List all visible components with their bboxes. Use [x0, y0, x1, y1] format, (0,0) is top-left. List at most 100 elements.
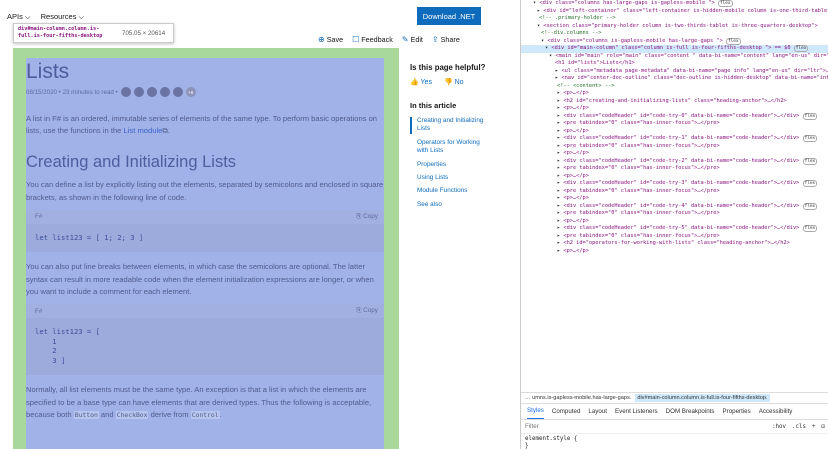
- dom-node-line[interactable]: ▸ <div class="codeHeader" id="code-try-2…: [521, 157, 828, 166]
- more-contributors-badge[interactable]: +8: [185, 87, 196, 97]
- no-button[interactable]: 👎 No: [444, 78, 464, 86]
- code-header: F# ⎘ Copy: [26, 304, 384, 319]
- save-button[interactable]: ⊕ Save: [318, 35, 343, 44]
- dom-node-line[interactable]: ▸ <pre tabindex="0" class="has-inner-foc…: [521, 210, 828, 218]
- feedback-button[interactable]: ☐ Feedback: [352, 35, 393, 44]
- yes-button[interactable]: 👍 Yes: [410, 78, 432, 86]
- elements-tree[interactable]: ▾ <div class="columns has-large-gaps is-…: [521, 0, 828, 383]
- dom-node-line[interactable]: ▸ <ul class="metadata page-metadata" dat…: [521, 68, 828, 76]
- dom-node-line[interactable]: <h1 id="lists">Lists</h1>: [521, 60, 828, 68]
- toc-item-module-functions[interactable]: Module Functions: [412, 187, 490, 195]
- inline-code-control: Control: [190, 410, 220, 419]
- flex-badge[interactable]: flex: [802, 135, 818, 142]
- toc-item-using-lists[interactable]: Using Lists: [412, 174, 490, 182]
- code-block: F# ⎘ Copy let list123 = [ 1; 2; 3 ]: [26, 209, 384, 253]
- flex-badge[interactable]: flex: [802, 112, 818, 120]
- breadcrumb-item-selected[interactable]: div#main-column.column.is-full.is-four-f…: [635, 394, 770, 402]
- dom-node-line[interactable]: ▾ <section class="primary-holder column …: [521, 23, 828, 31]
- dom-node-line[interactable]: ▸ <h2 id="creating-and-initializing-list…: [521, 98, 828, 106]
- tab-styles[interactable]: Styles: [527, 404, 544, 419]
- define-paragraph: You can define a list by explicitly list…: [26, 180, 384, 202]
- dom-node-line[interactable]: ▸ <p>…</p>: [521, 173, 828, 181]
- dom-node-line[interactable]: ▸ <pre tabindex="0" class="has-inner-foc…: [521, 165, 828, 173]
- dom-node-line[interactable]: ▸ <h2 id="operators-for-working-with-lis…: [521, 240, 828, 248]
- element-style-rule[interactable]: element.style { }: [525, 436, 577, 449]
- dom-node-line[interactable]: ▸ <div class="codeHeader" id="code-try-1…: [521, 135, 828, 143]
- dom-node-line[interactable]: ▸ <div class="codeHeader" id="code-try-4…: [521, 202, 828, 211]
- cls-toggle[interactable]: .cls: [792, 424, 806, 430]
- dom-node-line[interactable]: ▸ <pre tabindex="0" class="has-inner-foc…: [521, 188, 828, 196]
- contributor-avatar[interactable]: [172, 87, 183, 97]
- dom-node-line[interactable]: <!--div.columns -->: [521, 30, 828, 38]
- copy-button[interactable]: ⎘ Copy: [356, 307, 378, 315]
- code-snippet[interactable]: let list123 = [ 1; 2; 3 ]: [26, 224, 384, 253]
- dom-node-line[interactable]: ▸ <div class="codeHeader" id="code-try-0…: [521, 112, 828, 121]
- dom-node-line[interactable]: ▾ <main id="main" role="main" class="con…: [521, 53, 828, 61]
- web-page-viewport: APIs ⌵ Resources ⌵ Download .NET div#mai…: [0, 0, 520, 449]
- flex-badge[interactable]: flex: [802, 157, 818, 165]
- tab-dom-breakpoints[interactable]: DOM Breakpoints: [666, 404, 715, 419]
- dom-node-line[interactable]: ▸ <pre tabindex="0" class="has-inner-foc…: [521, 143, 828, 151]
- dom-node-line[interactable]: ▸ <p>…</p>: [521, 218, 828, 226]
- toc-item-creating[interactable]: Creating and Initializing Lists: [410, 117, 490, 134]
- feedback-icon: ☐: [352, 35, 360, 44]
- breadcrumb-item[interactable]: … umns.is-gapless-mobile.has-large-gaps.: [525, 395, 631, 401]
- dom-node-text: <pre tabindex="0" class="has-inner-focus…: [563, 142, 720, 149]
- tab-computed[interactable]: Computed: [552, 404, 581, 419]
- code-block: F# ⎘ Copy let list123 = [ 1 2 3 ]: [26, 304, 384, 376]
- toc-item-see-also[interactable]: See also: [412, 201, 490, 209]
- dom-node-line[interactable]: ▸ <pre tabindex="0" class="has-inner-foc…: [521, 120, 828, 128]
- nav-resources-dropdown[interactable]: Resources ⌵: [41, 12, 85, 22]
- edit-button[interactable]: ✎ Edit: [402, 35, 423, 44]
- styles-tabs: Styles Computed Layout Event Listeners D…: [521, 404, 828, 420]
- flex-badge[interactable]: flex: [802, 202, 818, 210]
- flex-badge[interactable]: flex: [726, 37, 741, 45]
- flex-badge[interactable]: flex: [802, 225, 818, 232]
- dom-node-line[interactable]: ▸ <p>…</p>: [521, 248, 828, 256]
- copy-button[interactable]: ⎘ Copy: [356, 213, 378, 221]
- dom-node-line[interactable]: ▾ <div class="columns has-large-gaps is-…: [521, 0, 828, 8]
- dom-node-line[interactable]: ▸ <nav id="center-doc-outline" class="do…: [521, 75, 828, 83]
- dom-node-line[interactable]: ▸ <p>…</p>: [521, 150, 828, 158]
- dom-node-line[interactable]: ▸ <p>…</p>: [521, 90, 828, 98]
- tab-properties[interactable]: Properties: [723, 404, 751, 419]
- tab-layout[interactable]: Layout: [588, 404, 607, 419]
- dom-node-line[interactable]: ▸ <p>…</p>: [521, 195, 828, 203]
- contributor-avatar[interactable]: [159, 87, 170, 97]
- code-snippet[interactable]: let list123 = [ 1 2 3 ]: [26, 318, 384, 375]
- dom-node-line[interactable]: ▸ <div class="codeHeader" id="code-try-5…: [521, 225, 828, 233]
- contributor-avatar[interactable]: [120, 87, 131, 97]
- flex-badge[interactable]: flex: [793, 45, 809, 52]
- dom-node-line[interactable]: ▸ <p>…</p>: [521, 105, 828, 113]
- sametype-paragraph: Normally, all list elements must be the …: [26, 384, 384, 421]
- download-dotnet-button[interactable]: Download .NET: [417, 7, 481, 25]
- new-rule-button[interactable]: +: [812, 424, 816, 430]
- contributor-avatar[interactable]: [133, 87, 144, 97]
- flex-badge[interactable]: flex: [718, 0, 733, 7]
- styles-filter-input[interactable]: Filter: [525, 423, 772, 430]
- dom-node-line[interactable]: ▾ <div class="columns is-gapless-mobile …: [521, 37, 828, 46]
- dom-node-line[interactable]: ▾ <div id="main-column" class="column is…: [521, 45, 828, 53]
- nav-apis-dropdown[interactable]: APIs ⌵: [7, 12, 31, 22]
- dom-node-line[interactable]: ▸ <div id="left-container" class="left-c…: [521, 8, 828, 16]
- toc-item-operators[interactable]: Operators for Working with Lists: [412, 139, 490, 156]
- save-label: Save: [326, 35, 344, 44]
- dom-node-line[interactable]: <!-- <content> -->: [521, 83, 828, 91]
- tab-accessibility[interactable]: Accessibility: [759, 404, 793, 419]
- contributor-avatar[interactable]: [146, 87, 157, 97]
- code-line: 2: [35, 346, 57, 356]
- dom-node-line[interactable]: <!-- .primary-holder -->: [521, 15, 828, 23]
- tab-event-listeners[interactable]: Event Listeners: [615, 404, 658, 419]
- toc-item-properties[interactable]: Properties: [412, 161, 490, 169]
- flex-badge[interactable]: flex: [802, 180, 818, 187]
- article-actions: ⊕ Save ☐ Feedback ✎ Edit ⇪ Share: [318, 35, 460, 44]
- dom-node-text: <!-- <content> -->: [557, 82, 615, 89]
- dom-node-line[interactable]: ▸ <pre tabindex="0" class="has-inner-foc…: [521, 233, 828, 241]
- list-module-link[interactable]: List module: [124, 126, 163, 135]
- hov-toggle[interactable]: :hov: [772, 424, 786, 430]
- dom-node-line[interactable]: ▸ <p>…</p>: [521, 128, 828, 136]
- dom-node-text: <main id="main" role="main" class="conte…: [555, 52, 828, 59]
- share-button[interactable]: ⇪ Share: [432, 35, 460, 44]
- dom-node-line[interactable]: ▸ <div class="codeHeader" id="code-try-3…: [521, 180, 828, 188]
- computed-sidebar-toggle[interactable]: ⊡: [822, 424, 826, 430]
